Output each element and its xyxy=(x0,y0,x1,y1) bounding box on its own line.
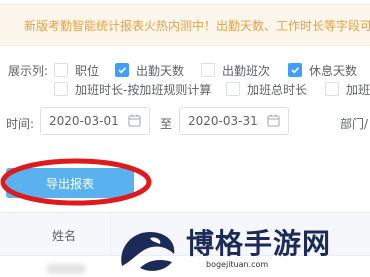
checkbox-label: 出勤天数 xyxy=(136,63,185,78)
checkbox-box[interactable] xyxy=(226,82,240,96)
checkbox-overtime-by-rule[interactable]: 加班时长-按加班规则计算 xyxy=(54,80,211,98)
checkbox-overtime-other[interactable]: 加班 xyxy=(325,80,370,98)
checkbox-rest-days[interactable]: 休息天数 xyxy=(288,61,357,79)
watermark-logo-icon xyxy=(121,232,175,271)
red-annotation-ellipse xyxy=(0,158,152,206)
checkbox-box[interactable] xyxy=(201,63,215,77)
watermark-title: 博格手游网 xyxy=(186,227,332,260)
checkbox-label: 加班 xyxy=(346,82,370,97)
checkbox-label: 加班总时长 xyxy=(247,82,308,97)
checkbox-box[interactable] xyxy=(54,63,68,77)
notice-text: 新版考勤智能统计报表火热内测中！出勤天数、工作时长等字段可 xyxy=(24,19,370,33)
checkbox-label: 休息天数 xyxy=(309,63,358,78)
checkbox-label: 职位 xyxy=(75,63,100,78)
time-label: 时间: xyxy=(6,117,35,131)
checkbox-attendance-shifts[interactable]: 出勤班次 xyxy=(201,61,270,79)
checkbox-box[interactable] xyxy=(54,82,68,96)
checkbox-label: 出勤班次 xyxy=(222,63,271,78)
notice-banner: 新版考勤智能统计报表火热内测中！出勤天数、工作时长等字段可 xyxy=(0,4,370,46)
start-date-value: 2020-03-01 xyxy=(49,114,119,128)
date-range-separator: 至 xyxy=(160,117,173,131)
end-date-input[interactable]: 2020-03-31 xyxy=(179,107,289,135)
calendar-icon xyxy=(128,114,141,130)
checkbox-position[interactable]: 职位 xyxy=(54,61,99,79)
calendar-icon xyxy=(267,114,280,130)
checkbox-box[interactable] xyxy=(115,63,129,77)
end-date-value: 2020-03-31 xyxy=(188,114,258,128)
watermark: 博格手游网 bogejituan.com xyxy=(110,222,370,277)
blurred-cell xyxy=(46,264,86,274)
checkbox-attendance-days[interactable]: 出勤天数 xyxy=(115,61,184,79)
checkbox-box[interactable] xyxy=(288,63,302,77)
display-columns-label: 展示列: xyxy=(8,64,49,78)
watermark-subtitle: bogejituan.com xyxy=(206,260,269,269)
column-header-name: 姓名 xyxy=(52,229,77,243)
checkbox-overtime-total[interactable]: 加班总时长 xyxy=(226,80,307,98)
start-date-input[interactable]: 2020-03-01 xyxy=(40,107,150,135)
checkbox-label: 加班时长-按加班规则计算 xyxy=(75,82,212,97)
checkbox-box[interactable] xyxy=(325,82,339,96)
department-label: 部门/ xyxy=(340,117,369,131)
